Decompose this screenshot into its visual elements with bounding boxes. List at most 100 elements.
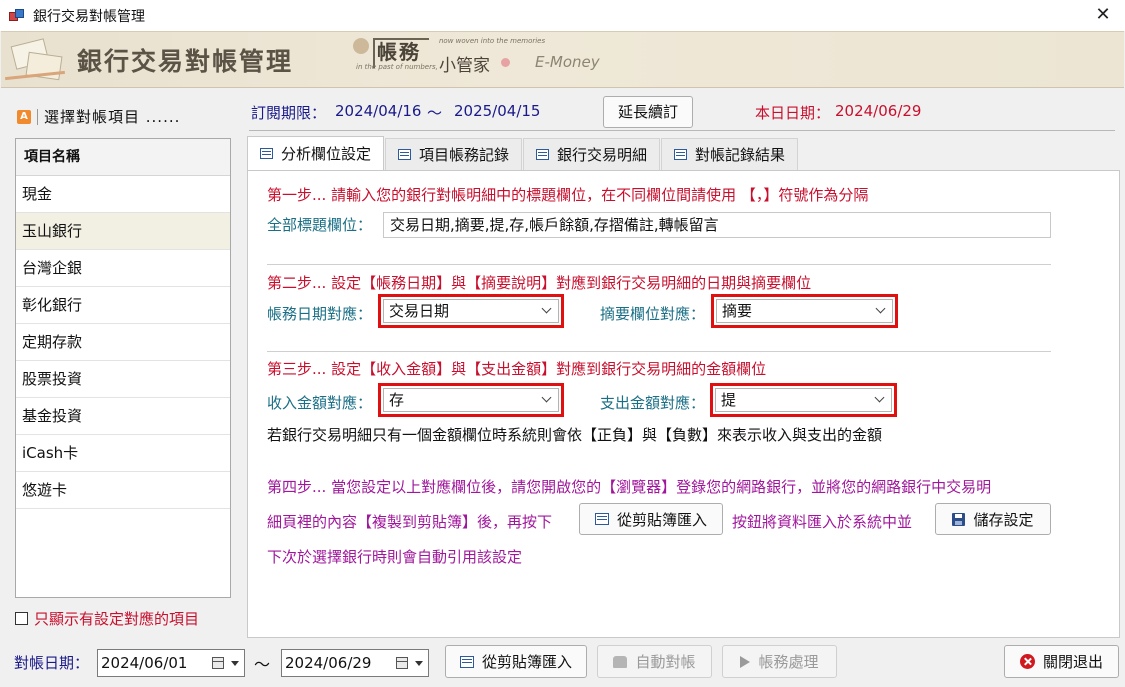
- date-to-value: 2024/06/29: [285, 654, 372, 672]
- list-item[interactable]: 基金投資: [16, 398, 230, 435]
- date-from-picker[interactable]: 2024/06/01: [97, 649, 245, 677]
- heart-icon: [501, 58, 510, 67]
- header-banner: 銀行交易對帳管理 帳務 now woven into the memories …: [1, 31, 1124, 88]
- auto-reconcile-label: 自動對帳: [635, 653, 696, 671]
- tab-content-field-settings: 第一步... 請輸入您的銀行對帳明細中的標題欄位，在不同欄位間請使用 【，】符號…: [247, 170, 1120, 638]
- item-list[interactable]: 項目名稱 現金 玉山銀行 台灣企銀 彰化銀行 定期存款 股票投資 基金投資 iCash卡 悠遊卡: [15, 138, 231, 598]
- tab-label: 對帳記錄結果: [695, 146, 786, 164]
- calendar-icon[interactable]: [396, 657, 408, 669]
- dropdown-arrow-icon[interactable]: [415, 661, 423, 666]
- subscription-tilde: ～: [427, 104, 443, 122]
- emoney-label: E-Money: [535, 53, 600, 71]
- grid-icon: [536, 149, 550, 160]
- renew-button[interactable]: 延長續訂: [603, 96, 693, 128]
- only-mapped-checkbox[interactable]: [15, 612, 28, 625]
- step3-note: 若銀行交易明細只有一個金額欄位時系統則會依【正負】與【負數】來表示收入與支出的金…: [267, 426, 883, 444]
- subscription-label: 訂閱期限：: [251, 104, 327, 122]
- bottom-bar: 對帳日期： 2024/06/01 ～ 2024/06/29 從剪貼簿匯入 自動對…: [0, 641, 1125, 687]
- letter-a-icon: A: [17, 109, 31, 124]
- reconcile-date-label: 對帳日期：: [14, 654, 90, 672]
- grid-icon: [260, 148, 273, 159]
- banner-decoration: [5, 38, 65, 84]
- chevron-down-icon: [541, 304, 553, 316]
- exit-label: 關閉退出: [1042, 653, 1103, 671]
- tab-1[interactable]: 項目帳務記錄: [385, 138, 523, 170]
- date-mapping-select[interactable]: 交易日期: [383, 299, 559, 323]
- list-item[interactable]: 台灣企銀: [16, 250, 230, 287]
- date-mapping-highlight: 交易日期: [378, 294, 564, 328]
- close-icon[interactable]: ✕: [1091, 3, 1115, 27]
- step3-title: 第三步... 設定【收入金額】與【支出金額】對應到銀行交易明細的金額欄位: [267, 360, 767, 378]
- import-clipboard-label: 從剪貼簿匯入: [616, 510, 707, 529]
- tab-label: 銀行交易明細: [557, 146, 648, 164]
- divider: [267, 264, 1051, 265]
- save-settings-button[interactable]: 儲存設定: [935, 503, 1051, 535]
- clipboard-icon: [459, 655, 474, 668]
- auto-reconcile-button[interactable]: 自動對帳: [597, 645, 712, 678]
- step4-line3: 下次於選擇銀行時則會自動引用該設定: [267, 548, 523, 566]
- save-icon: [952, 512, 966, 526]
- step2-summary-label: 摘要欄位對應：: [600, 305, 706, 323]
- list-item[interactable]: 悠遊卡: [16, 472, 230, 509]
- bottom-import-label: 從剪貼簿匯入: [481, 653, 572, 671]
- top-divider: [249, 130, 1115, 131]
- summary-mapping-value: 摘要: [722, 302, 753, 320]
- exit-button[interactable]: 關閉退出: [1004, 645, 1119, 678]
- list-item[interactable]: 股票投資: [16, 361, 230, 398]
- income-mapping-select[interactable]: 存: [383, 388, 559, 412]
- window-title: 銀行交易對帳管理: [33, 8, 145, 25]
- close-circle-icon: [1019, 654, 1035, 669]
- income-mapping-value: 存: [389, 391, 405, 409]
- only-mapped-label[interactable]: 只顯示有設定對應的項目: [34, 608, 199, 629]
- step3-income-label: 收入金額對應：: [267, 394, 373, 412]
- tab-3[interactable]: 對帳記錄結果: [661, 138, 799, 170]
- summary-mapping-select[interactable]: 摘要: [716, 299, 893, 323]
- subscription-start: 2024/04/16: [335, 102, 422, 120]
- step2-title: 第二步... 設定【帳務日期】與【摘要說明】對應到銀行交易明細的日期與摘要欄位: [267, 274, 812, 292]
- header-fields-input[interactable]: 交易日期,摘要,提,存,帳戶餘額,存摺備註,轉帳留言: [383, 212, 1051, 238]
- left-panel: A 選擇對帳項目 ...... 項目名稱 現金 玉山銀行 台灣企銀 彰化銀行 定期存款股…: [9, 96, 241, 637]
- today-date: 2024/06/29: [835, 102, 922, 120]
- left-header-label: 選擇對帳項目 ......: [44, 108, 181, 126]
- left-header: A 選擇對帳項目 ......: [17, 106, 180, 127]
- list-item[interactable]: 彰化銀行: [16, 287, 230, 324]
- import-clipboard-button[interactable]: 從剪貼簿匯入: [579, 503, 723, 535]
- grid-icon: [674, 149, 688, 160]
- brand-tagline-top: now woven into the memories: [439, 37, 546, 45]
- only-mapped-checkbox-row[interactable]: 只顯示有設定對應的項目: [15, 608, 199, 629]
- subscription-row: 訂閱期限： 2024/04/16 ～ 2025/04/15 延長續訂 本日日期：…: [251, 96, 1121, 130]
- list-item[interactable]: 現金: [16, 176, 230, 213]
- expense-mapping-select[interactable]: 提: [715, 388, 892, 412]
- expense-mapping-value: 提: [721, 391, 737, 409]
- brand-tagline-bottom: in the past of numbers,: [356, 63, 438, 71]
- step4-line2-pre: 細頁裡的內容【複製到剪貼簿】後，再按下: [267, 513, 553, 531]
- tab-0[interactable]: 分析欄位設定: [247, 136, 385, 170]
- dropdown-arrow-icon[interactable]: [231, 661, 239, 666]
- chevron-down-icon: [541, 393, 553, 405]
- tab-label: 分析欄位設定: [281, 145, 372, 163]
- list-item[interactable]: iCash卡: [16, 435, 230, 472]
- date-mapping-value: 交易日期: [389, 302, 450, 320]
- play-icon: [740, 655, 751, 668]
- date-to-picker[interactable]: 2024/06/29: [281, 649, 429, 677]
- car-icon: [613, 655, 628, 668]
- summary-mapping-highlight: 摘要: [711, 294, 898, 328]
- subscription-end: 2025/04/15: [454, 102, 541, 120]
- list-column-header[interactable]: 項目名稱: [16, 139, 230, 176]
- list-item[interactable]: 玉山銀行: [16, 213, 230, 250]
- step4-line1: 第四步... 當您設定以上對應欄位後，請您開啟您的【瀏覽器】登錄您的網路銀行，並…: [267, 478, 992, 496]
- step1-header-label: 全部標題欄位：: [267, 216, 373, 234]
- bottom-import-button[interactable]: 從剪貼簿匯入: [445, 645, 587, 678]
- divider: [267, 351, 1051, 352]
- today-label: 本日日期：: [755, 104, 831, 122]
- chevron-down-icon: [874, 393, 886, 405]
- date-range-tilde: ～: [254, 655, 271, 674]
- list-item[interactable]: 定期存款: [16, 324, 230, 361]
- window-titlebar: 銀行交易對帳管理 ✕: [0, 0, 1125, 31]
- tab-2[interactable]: 銀行交易明細: [523, 138, 661, 170]
- process-accounts-button[interactable]: 帳務處理: [722, 645, 837, 678]
- tab-strip: 分析欄位設定 項目帳務記錄 銀行交易明細 對帳記錄結果: [247, 136, 799, 170]
- tab-label: 項目帳務記錄: [419, 146, 510, 164]
- calendar-icon[interactable]: [212, 657, 224, 669]
- process-accounts-label: 帳務處理: [758, 653, 819, 671]
